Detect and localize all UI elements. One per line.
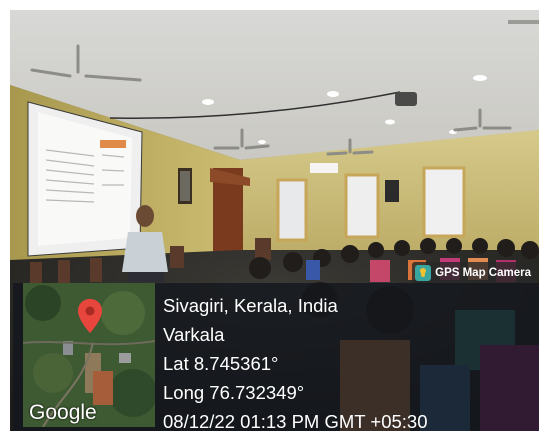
photo-frame: GPS Map Camera Google Sivagiri, Kerala, … <box>10 10 539 431</box>
longitude: Long 76.732349° <box>163 382 305 403</box>
latitude: Lat 8.745361° <box>163 353 279 374</box>
location-overlay: Google Sivagiri, Kerala, India Varkala L… <box>13 283 539 431</box>
map-thumbnail: Google <box>23 283 155 427</box>
location-pin-icon <box>78 299 102 333</box>
gps-map-camera-badge: GPS Map Camera <box>412 262 537 284</box>
google-logo: Google <box>29 401 97 424</box>
locality: Varkala <box>163 324 225 345</box>
gps-map-camera-icon <box>415 265 432 281</box>
timestamp: 08/12/22 01:13 PM GMT +05:30 <box>163 411 428 431</box>
location-info: Sivagiri, Kerala, India Varkala Lat 8.74… <box>163 291 427 431</box>
place-name: Sivagiri, Kerala, India <box>163 295 338 316</box>
badge-label: GPS Map Camera <box>435 267 531 279</box>
